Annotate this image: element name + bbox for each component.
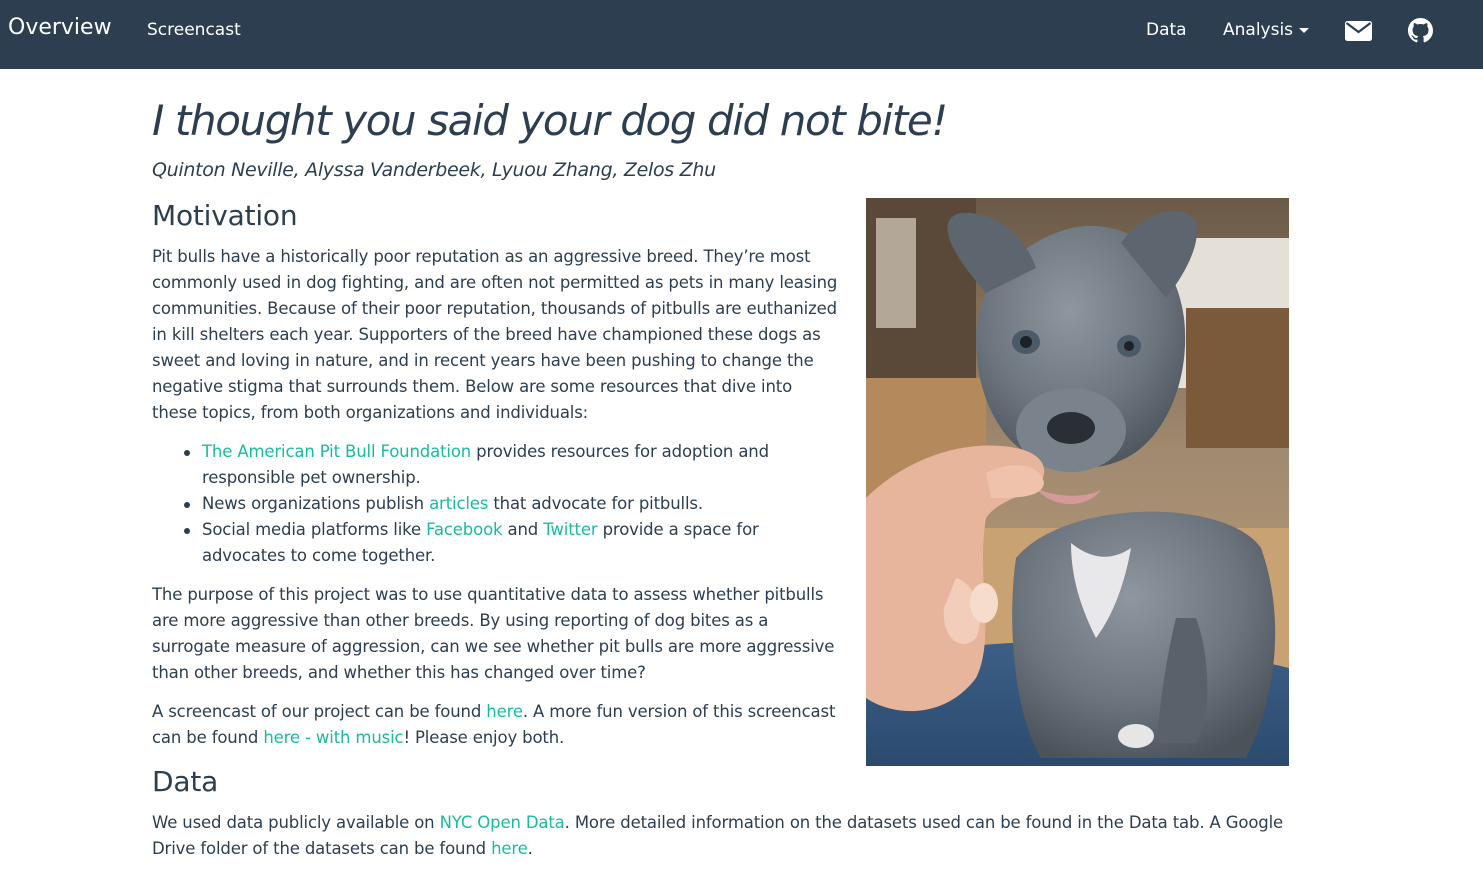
- nav-dropdown-analysis-label: Analysis: [1223, 20, 1294, 40]
- envelope-icon[interactable]: [1345, 21, 1372, 45]
- list-item: The American Pit Bull Foundation provide…: [184, 439, 842, 491]
- nav-dropdown-analysis[interactable]: Analysis: [1223, 20, 1310, 40]
- twitter-link[interactable]: Twitter: [543, 520, 597, 539]
- navbar: Overview Screencast Data Analysis: [0, 0, 1483, 69]
- list-item-text: that advocate for pitbulls.: [488, 494, 703, 513]
- list-item: Social media platforms like Facebook and…: [184, 517, 842, 569]
- resource-list: The American Pit Bull Foundation provide…: [184, 439, 842, 569]
- caret-down-icon: [1299, 27, 1310, 33]
- list-item-text: News organizations publish: [202, 494, 430, 513]
- list-item-text: Social media platforms like: [202, 520, 427, 539]
- nav-link-screencast[interactable]: Screencast: [147, 20, 241, 40]
- paragraph-text: .: [527, 839, 533, 858]
- paragraph-text: We used data publicly available on: [152, 813, 440, 832]
- data-heading: Data: [152, 765, 219, 798]
- nav-link-data[interactable]: Data: [1146, 20, 1187, 40]
- page-title: I thought you said your dog did not bite…: [152, 96, 948, 145]
- articles-link[interactable]: articles: [429, 494, 488, 513]
- paragraph-text: A screencast of our project can be found: [152, 702, 487, 721]
- page-authors: Quinton Neville, Alyssa Vanderbeek, Lyuo…: [152, 159, 716, 181]
- google-drive-link[interactable]: here: [491, 839, 528, 858]
- screencast-music-link[interactable]: here - with music: [263, 728, 403, 747]
- motivation-paragraph-1: Pit bulls have a historically poor reput…: [152, 247, 838, 422]
- screencast-link[interactable]: here: [486, 702, 523, 721]
- data-paragraph: We used data publicly available on NYC O…: [152, 810, 1289, 862]
- american-pit-bull-foundation-link[interactable]: The American Pit Bull Foundation: [202, 442, 471, 461]
- pitbull-puppy-photo: [866, 198, 1289, 766]
- paragraph-text: ! Please enjoy both.: [403, 728, 565, 747]
- nyc-open-data-link[interactable]: NYC Open Data: [440, 813, 565, 832]
- screencast-paragraph: A screencast of our project can be found…: [152, 699, 842, 751]
- list-item-text: and: [502, 520, 544, 539]
- nav-brand-overview[interactable]: Overview: [8, 15, 112, 40]
- motivation-paragraph-2: The purpose of this project was to use q…: [152, 585, 835, 682]
- list-item: News organizations publish articles that…: [184, 491, 842, 517]
- facebook-link[interactable]: Facebook: [426, 520, 502, 539]
- github-icon[interactable]: [1408, 18, 1433, 47]
- motivation-heading: Motivation: [152, 199, 298, 232]
